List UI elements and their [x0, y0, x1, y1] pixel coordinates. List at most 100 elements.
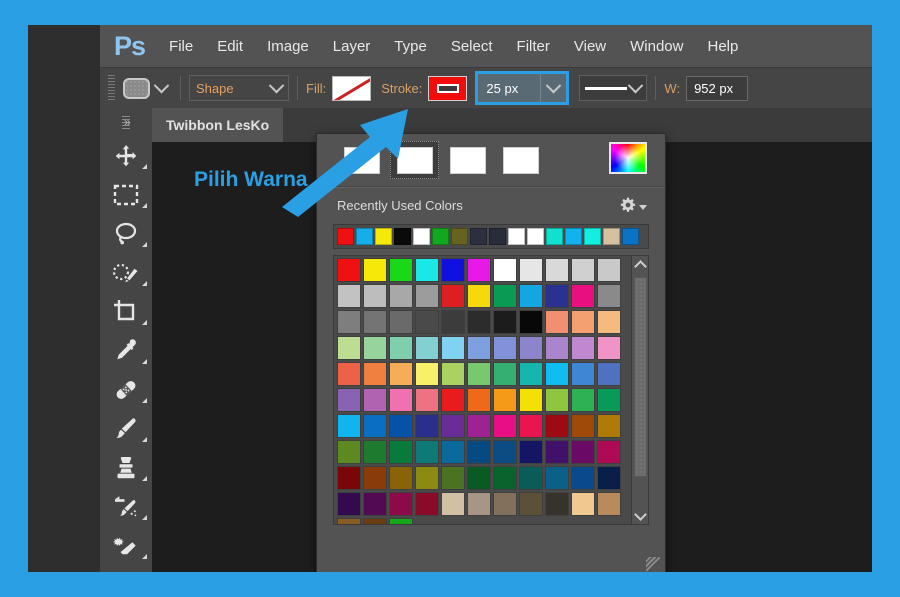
recent-color-swatch[interactable]	[375, 228, 392, 245]
color-swatch[interactable]	[441, 440, 465, 464]
color-swatch[interactable]	[597, 310, 621, 334]
color-swatch[interactable]	[415, 440, 439, 464]
color-swatch[interactable]	[441, 310, 465, 334]
shape-tool-preview-icon[interactable]	[123, 77, 150, 99]
quick-selection-tool[interactable]	[100, 253, 152, 292]
color-swatch[interactable]	[389, 284, 413, 308]
healing-brush-tool[interactable]	[100, 370, 152, 409]
color-swatch[interactable]	[467, 284, 491, 308]
color-swatch[interactable]	[337, 310, 361, 334]
fill-type-solid-color[interactable]	[390, 141, 439, 179]
color-swatch[interactable]	[441, 258, 465, 282]
color-swatch[interactable]	[545, 362, 569, 386]
color-swatch[interactable]	[389, 388, 413, 412]
color-swatch[interactable]	[389, 466, 413, 490]
recent-color-swatch[interactable]	[584, 228, 601, 245]
color-swatch[interactable]	[441, 336, 465, 360]
width-input[interactable]: 952 px	[686, 75, 749, 101]
color-swatch[interactable]	[545, 336, 569, 360]
recent-color-swatch[interactable]	[356, 228, 373, 245]
color-swatch[interactable]	[467, 440, 491, 464]
menu-item-view[interactable]: View	[574, 38, 606, 55]
recent-color-swatch[interactable]	[622, 228, 639, 245]
scrollbar-track[interactable]	[632, 273, 649, 507]
color-swatch[interactable]	[519, 492, 543, 516]
color-swatch[interactable]	[467, 414, 491, 438]
document-tab[interactable]: Twibbon LesKo	[152, 108, 284, 142]
color-swatch[interactable]	[545, 388, 569, 412]
color-swatch[interactable]	[337, 440, 361, 464]
color-swatch[interactable]	[597, 414, 621, 438]
color-swatch[interactable]	[493, 362, 517, 386]
stroke-width-control[interactable]: 25 px	[475, 71, 570, 105]
color-swatch[interactable]	[571, 336, 595, 360]
shape-mode-select[interactable]: Shape	[189, 75, 289, 101]
stroke-width-chevron-icon[interactable]	[540, 74, 566, 102]
color-swatch[interactable]	[571, 388, 595, 412]
color-swatch[interactable]	[415, 258, 439, 282]
color-swatch[interactable]	[493, 258, 517, 282]
color-swatch[interactable]	[441, 362, 465, 386]
color-swatch[interactable]	[493, 310, 517, 334]
color-swatch[interactable]	[415, 362, 439, 386]
color-swatch[interactable]	[571, 362, 595, 386]
color-swatch[interactable]	[467, 388, 491, 412]
menu-item-help[interactable]: Help	[707, 38, 738, 55]
color-swatch[interactable]	[545, 492, 569, 516]
menu-item-file[interactable]: File	[169, 38, 193, 55]
color-swatch[interactable]	[467, 466, 491, 490]
color-swatch[interactable]	[441, 466, 465, 490]
color-swatch[interactable]	[415, 466, 439, 490]
color-swatch[interactable]	[571, 492, 595, 516]
recent-color-swatch[interactable]	[603, 228, 620, 245]
stroke-swatch-button[interactable]	[428, 75, 468, 101]
color-swatch[interactable]	[597, 284, 621, 308]
color-swatch[interactable]	[545, 284, 569, 308]
recent-color-swatch[interactable]	[508, 228, 525, 245]
color-swatch[interactable]	[415, 284, 439, 308]
color-swatch[interactable]	[467, 336, 491, 360]
color-swatch[interactable]	[363, 466, 387, 490]
color-swatch[interactable]	[415, 388, 439, 412]
color-picker-button[interactable]	[609, 142, 647, 174]
color-swatch[interactable]	[337, 518, 361, 524]
color-swatch[interactable]	[597, 492, 621, 516]
scroll-down-button[interactable]	[632, 507, 649, 524]
recent-color-swatch[interactable]	[527, 228, 544, 245]
color-swatch[interactable]	[389, 336, 413, 360]
color-swatch[interactable]	[363, 284, 387, 308]
color-swatch[interactable]	[389, 258, 413, 282]
recent-color-swatch[interactable]	[394, 228, 411, 245]
color-swatch[interactable]	[597, 440, 621, 464]
color-swatch[interactable]	[337, 362, 361, 386]
color-swatch[interactable]	[389, 362, 413, 386]
color-swatch[interactable]	[441, 492, 465, 516]
history-brush-tool[interactable]	[100, 487, 152, 526]
panel-resize-grip[interactable]	[646, 557, 660, 571]
eyedropper-tool[interactable]	[100, 331, 152, 370]
scrollbar-thumb[interactable]	[633, 277, 647, 477]
fill-swatch-button[interactable]	[332, 75, 372, 101]
eraser-tool[interactable]	[100, 526, 152, 565]
color-swatch[interactable]	[545, 414, 569, 438]
color-swatch[interactable]	[363, 310, 387, 334]
recent-color-swatch[interactable]	[565, 228, 582, 245]
color-swatch[interactable]	[389, 440, 413, 464]
color-swatch[interactable]	[363, 440, 387, 464]
panel-menu-button[interactable]	[620, 197, 647, 213]
menu-item-layer[interactable]: Layer	[333, 38, 371, 55]
menu-item-filter[interactable]: Filter	[517, 38, 550, 55]
color-swatch[interactable]	[519, 258, 543, 282]
menu-item-select[interactable]: Select	[451, 38, 493, 55]
recent-color-swatch[interactable]	[413, 228, 430, 245]
color-swatch[interactable]	[519, 466, 543, 490]
color-swatch[interactable]	[467, 492, 491, 516]
fill-type-pattern[interactable]	[496, 141, 545, 179]
color-swatch[interactable]	[545, 310, 569, 334]
color-swatch[interactable]	[363, 492, 387, 516]
color-swatch[interactable]	[571, 258, 595, 282]
color-swatch[interactable]	[441, 414, 465, 438]
color-swatch[interactable]	[571, 284, 595, 308]
color-swatch[interactable]	[467, 310, 491, 334]
color-swatch[interactable]	[363, 258, 387, 282]
